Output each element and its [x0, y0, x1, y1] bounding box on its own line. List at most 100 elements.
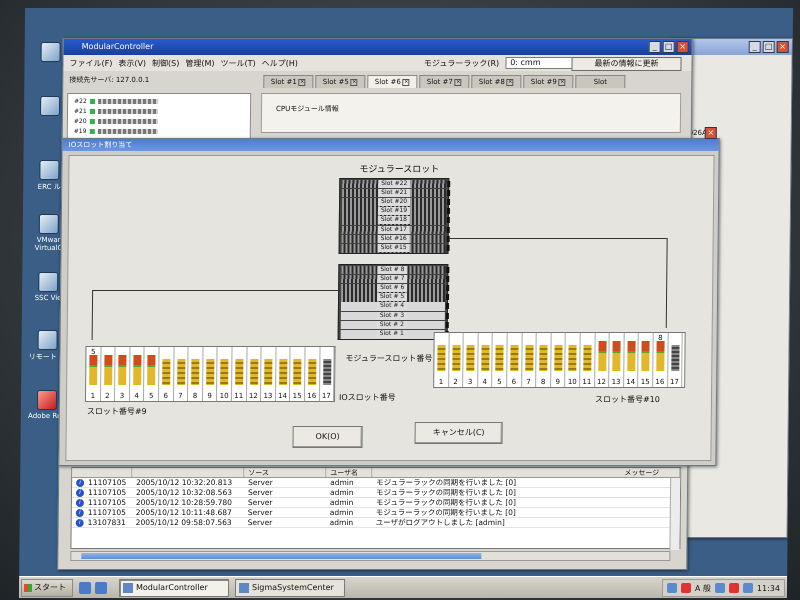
column-header[interactable]: メッセージ: [372, 468, 681, 477]
io-slot[interactable]: 4: [129, 347, 145, 401]
io-slot[interactable]: 12: [246, 347, 262, 401]
io-slot[interactable]: 7: [521, 333, 537, 387]
rack-slot[interactable]: Slot # 6: [341, 283, 450, 293]
close-icon[interactable]: ×: [402, 78, 410, 86]
io-slot[interactable]: 13: [609, 333, 625, 387]
column-header[interactable]: ソース: [244, 468, 327, 477]
io-slot[interactable]: 8: [536, 333, 552, 387]
io-slot[interactable]: 2: [100, 347, 116, 401]
rack-slot[interactable]: Slot #21: [342, 188, 451, 198]
rack-slot[interactable]: Slot #15: [341, 243, 450, 253]
task-sigmasystemcenter[interactable]: SigmaSystemCenter: [234, 578, 346, 597]
tab-slot-9[interactable]: Slot #9 ×: [523, 75, 574, 88]
rack-slot-item[interactable]: #22: [74, 98, 174, 105]
tab-slot-7[interactable]: Slot #7 ×: [419, 75, 470, 88]
rack-slot-item[interactable]: #20: [74, 118, 174, 125]
refresh-button[interactable]: 最新の情報に更新: [571, 57, 682, 71]
close-icon[interactable]: ×: [454, 78, 462, 86]
column-header[interactable]: [132, 468, 245, 477]
ime-indicator[interactable]: A 般: [695, 583, 711, 594]
cancel-button[interactable]: キャンセル(C): [414, 422, 503, 444]
menu-file[interactable]: ファイル(F): [69, 58, 112, 69]
minimize-icon[interactable]: _: [648, 41, 661, 53]
ie-icon[interactable]: [78, 581, 92, 594]
rack-slot-item[interactable]: #21: [74, 108, 174, 115]
maximize-icon[interactable]: □: [762, 41, 775, 53]
close-icon[interactable]: ×: [298, 78, 306, 86]
io-slot[interactable]: 8 16: [653, 333, 669, 387]
io-slot[interactable]: 1: [434, 333, 450, 387]
rack-select[interactable]: 0: cmm: [505, 57, 578, 69]
tray-network-icon[interactable]: [666, 583, 677, 593]
rack-slot[interactable]: Slot # 7: [341, 274, 450, 284]
tray-app-icon[interactable]: [714, 583, 726, 593]
io-slot[interactable]: 6: [158, 347, 175, 401]
close-icon[interactable]: ×: [558, 78, 566, 86]
rack-slot[interactable]: Slot #20: [342, 197, 451, 207]
close-icon[interactable]: ×: [350, 78, 358, 86]
io-slot[interactable]: 9: [550, 333, 567, 387]
io-slot[interactable]: 5: [144, 347, 160, 401]
scroll-thumb[interactable]: [81, 553, 482, 559]
io-slot[interactable]: 14: [623, 333, 639, 387]
rack-slot[interactable]: Slot #16: [341, 234, 450, 244]
tab-slot-1[interactable]: Slot #1 ×: [263, 75, 314, 88]
io-slot[interactable]: 51: [85, 347, 102, 401]
rack-slot[interactable]: Slot #17: [341, 225, 450, 235]
io-slot[interactable]: 8: [188, 347, 204, 401]
column-header[interactable]: [72, 468, 133, 477]
io-slot[interactable]: 11: [231, 347, 248, 401]
rack-slot[interactable]: Slot # 2: [340, 320, 449, 330]
start-button[interactable]: スタート: [20, 578, 74, 597]
io-slot[interactable]: 5: [492, 333, 508, 387]
io-slot[interactable]: 4: [477, 333, 494, 387]
rack-slot[interactable]: Slot #19: [341, 207, 450, 216]
close-icon[interactable]: ×: [676, 41, 689, 53]
menu-tools[interactable]: ツール(T): [221, 58, 256, 69]
close-icon[interactable]: ×: [506, 78, 514, 86]
rack-slot-item[interactable]: #19: [74, 128, 174, 135]
io-slot[interactable]: 11: [580, 333, 596, 387]
tab-slot-more[interactable]: Slot: [575, 75, 626, 88]
io-slot[interactable]: 7: [173, 347, 189, 401]
rack-slot[interactable]: Slot # 1: [340, 329, 449, 339]
io-slot[interactable]: 14: [275, 347, 291, 401]
rack-slot[interactable]: Slot # 8: [341, 265, 450, 275]
io-slot[interactable]: 9: [202, 347, 218, 401]
desktop-icon[interactable]: [94, 581, 108, 594]
tray-alert-icon[interactable]: [680, 583, 691, 593]
maximize-icon[interactable]: □: [662, 41, 675, 53]
menu-help[interactable]: ヘルプ(H): [262, 58, 298, 69]
rack-slot[interactable]: Slot # 5: [341, 293, 450, 302]
tab-slot-5[interactable]: Slot #5 ×: [315, 75, 366, 88]
io-slot[interactable]: 6: [507, 333, 523, 387]
io-slot[interactable]: 10: [565, 333, 581, 387]
menu-view[interactable]: 表示(V): [118, 58, 146, 69]
tab-slot-8[interactable]: Slot #8 ×: [471, 75, 522, 88]
task-modularcontroller[interactable]: ModularController: [118, 578, 230, 597]
io-slot[interactable]: 3: [463, 333, 479, 387]
horizontal-scrollbar[interactable]: [70, 551, 671, 561]
table-row[interactable]: i 13107831 2005/10/12 09:58:07.563 Serve…: [71, 518, 680, 528]
ok-button[interactable]: OK(O): [292, 426, 363, 448]
log-scrollbar[interactable]: [669, 478, 681, 550]
menu-manage[interactable]: 管理(M): [185, 58, 214, 69]
close-icon[interactable]: ×: [704, 127, 717, 139]
tray-app-icon[interactable]: [728, 583, 740, 593]
io-slot[interactable]: 10: [217, 347, 233, 401]
io-slot[interactable]: 17: [319, 347, 335, 401]
menu-control[interactable]: 制御(S): [152, 58, 179, 69]
close-icon[interactable]: ×: [776, 41, 789, 53]
rack-slot[interactable]: Slot #18: [341, 216, 450, 225]
tab-slot-6[interactable]: Slot #6 ×: [367, 75, 418, 88]
rack-slot[interactable]: Slot # 3: [340, 311, 449, 321]
io-slot[interactable]: 15: [290, 347, 306, 401]
io-slot[interactable]: 15: [638, 333, 654, 387]
column-header[interactable]: ユーザ名: [326, 468, 373, 477]
minimize-icon[interactable]: _: [748, 41, 761, 53]
io-slot[interactable]: 17: [667, 333, 683, 387]
io-slot[interactable]: 12: [594, 333, 610, 387]
io-slot[interactable]: 16: [304, 347, 321, 401]
rack-slot[interactable]: Slot # 4: [340, 302, 449, 311]
tray-app-icon[interactable]: [742, 583, 754, 593]
